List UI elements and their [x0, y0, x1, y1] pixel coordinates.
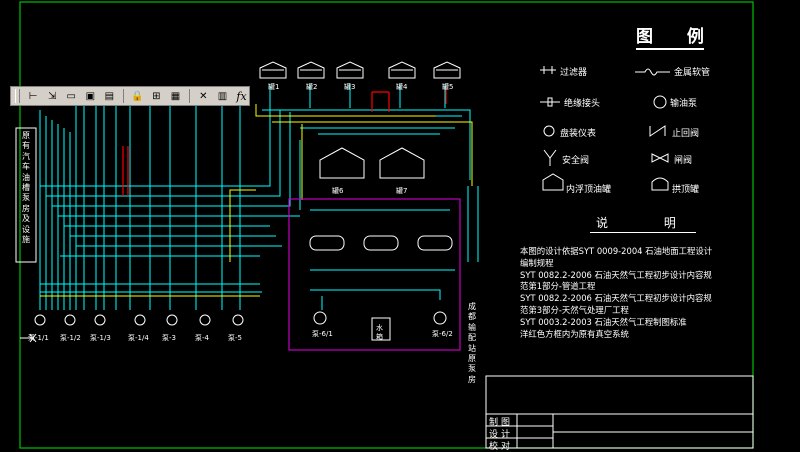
- title-block-check: 校对: [489, 442, 514, 452]
- note-line: SYT 0003.2-2003 石油天然气工程制图标准: [520, 316, 687, 327]
- legend-insulated-joint-label: 绝缘接头: [564, 99, 601, 109]
- toolbar-grip[interactable]: [15, 89, 20, 103]
- legend-check-valve-label: 止回阀: [672, 129, 700, 139]
- dimension-style-icon[interactable]: ▣: [83, 88, 98, 104]
- pump-label: 泵-1/3: [90, 334, 111, 342]
- dimension-tool-icon[interactable]: ⇲: [45, 88, 60, 104]
- tank-label: 罐5: [442, 83, 454, 91]
- gauge-symbol: [543, 125, 555, 137]
- pump-label: 泵-1/1: [28, 334, 49, 342]
- lock-icon[interactable]: 🔒: [130, 88, 145, 104]
- tank-label: 罐3: [344, 83, 356, 91]
- gate-valve-symbol: [651, 153, 669, 163]
- legend-title: 图 例: [636, 22, 718, 50]
- legend-gauge-label: 盘装仪表: [560, 129, 597, 139]
- check-valve-symbol: [649, 125, 666, 137]
- note-line: SYT 0082.2-2006 石油天然气工程初步设计内容规: [520, 269, 712, 280]
- safety-valve-symbol: [543, 149, 557, 166]
- filter-symbol: [540, 66, 556, 74]
- pipe-network-cyan: [39, 84, 479, 310]
- pump-label: 泵-4: [195, 334, 209, 342]
- dimension-edit-icon[interactable]: ▭: [64, 88, 79, 104]
- water-tank-label: 水箱: [376, 324, 383, 341]
- field-icon[interactable]: ⊞: [149, 88, 164, 104]
- tank-3: [336, 61, 364, 79]
- legend-floating-tank-label: 内浮顶油罐: [566, 185, 612, 195]
- note-line: 本图的设计依据SYT 0009-2004 石油地面工程设计: [520, 246, 713, 256]
- tank-label: 罐4: [396, 83, 408, 91]
- tank-4: [388, 61, 416, 79]
- cad-toolbar: ⊢ ⇲ ▭ ▣ ▤ 🔒 ⊞ ▦ ✕ ▥ fx: [10, 86, 250, 106]
- legend-gate-valve-label: 闸阀: [674, 156, 693, 166]
- tank-2: [297, 61, 325, 79]
- note-line: 洋红色方框内为原有真空系统: [520, 328, 629, 339]
- formula-icon[interactable]: fx: [234, 88, 249, 104]
- tank-6: [319, 147, 365, 179]
- tank-label: 罐7: [396, 187, 408, 195]
- floating-tank-symbol: [542, 173, 564, 191]
- notes-block: 本图的设计依据SYT 0009-2004 石油地面工程设计 编制规程 SYT 0…: [520, 246, 712, 340]
- legend-oil-pump-label: 输油泵: [670, 99, 698, 109]
- pump-label: 泵-1/4: [128, 334, 149, 342]
- right-vertical-label: 成都输配站原泵房: [468, 302, 476, 384]
- insulated-joint-symbol: [540, 97, 560, 107]
- legend-safety-valve-label: 安全阀: [562, 156, 590, 166]
- vacuum-system-box: [288, 198, 461, 351]
- note-line: 范第1部分-管道工程: [520, 281, 596, 292]
- vacuum-pump-label: 泵-6/2: [432, 330, 453, 338]
- delete-icon[interactable]: ✕: [196, 88, 211, 104]
- side-box-label: 原有汽车油槽泵房及设施: [22, 131, 30, 245]
- dome-tank-symbol: [651, 177, 669, 191]
- note-line: 编制规程: [520, 257, 554, 268]
- vacuum-pump-label: 泵-6/1: [312, 330, 333, 338]
- note-line: SYT 0082.2-2006 石油天然气工程初步设计内容规: [520, 293, 712, 304]
- hose-symbol: [635, 68, 670, 76]
- pump-label: 泵-5: [228, 334, 242, 342]
- tank-label: 罐6: [332, 187, 344, 195]
- dimension-linear-icon[interactable]: ⊢: [26, 88, 41, 104]
- oil-pump-symbol: [653, 95, 667, 109]
- frame-edit-icon[interactable]: ▥: [215, 88, 230, 104]
- tank-label: 罐2: [306, 83, 318, 91]
- note-line: 范第3部分-天然气处理厂工程: [520, 304, 629, 315]
- tank-label: 罐1: [268, 83, 280, 91]
- tank-1: [259, 61, 287, 79]
- legend-hose-label: 金属软管: [674, 68, 711, 78]
- title-block: [485, 375, 754, 449]
- pump-label: 泵-3: [162, 334, 176, 342]
- legend-dome-tank-label: 拱顶罐: [672, 185, 700, 195]
- pipe-network-yellow: [40, 104, 473, 297]
- tank-5: [433, 61, 461, 79]
- pump-label: 泵-1/2: [60, 334, 81, 342]
- notes-title: 说 明: [590, 216, 702, 233]
- legend-filter-label: 过滤器: [560, 68, 588, 78]
- dimension-update-icon[interactable]: ▤: [102, 88, 117, 104]
- tank-7: [379, 147, 425, 179]
- frame-icon[interactable]: ▦: [168, 88, 183, 104]
